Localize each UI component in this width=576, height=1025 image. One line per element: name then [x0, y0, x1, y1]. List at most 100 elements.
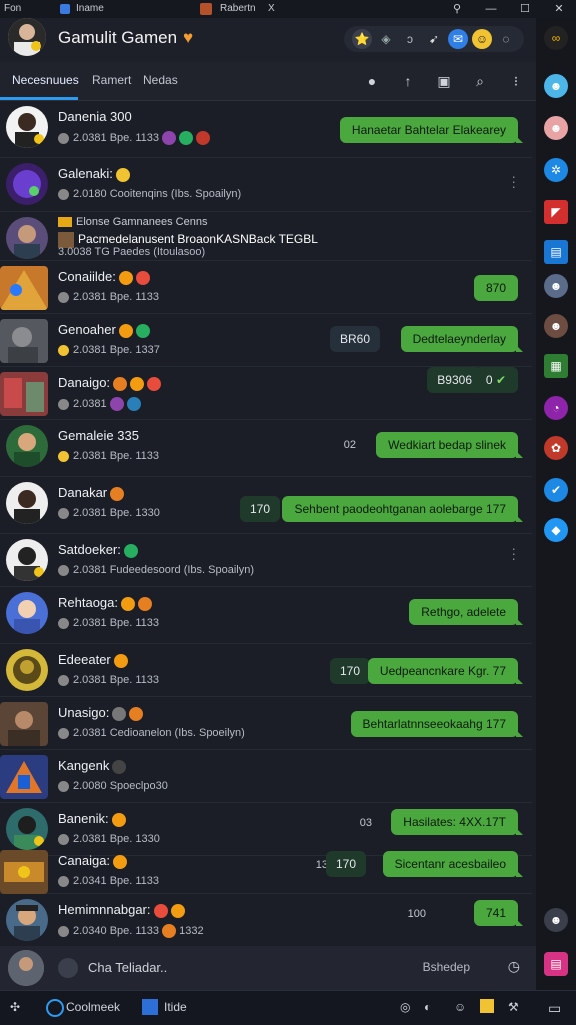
more-icon[interactable]: · · · [511, 541, 516, 565]
status-icon [58, 833, 69, 845]
tab-necesnuues[interactable]: Necesnuues [12, 73, 79, 87]
sidebar-avatar-3[interactable]: ☻ [544, 274, 568, 298]
message-bubble[interactable]: 870 [473, 275, 518, 301]
timer-icon[interactable]: ◷ [508, 958, 520, 975]
sidebar-avatar-5[interactable]: ☻ [544, 908, 568, 932]
tab-nedas[interactable]: Nedas [143, 73, 178, 87]
message-bubble[interactable]: Sicentanr acesbaileo [382, 851, 524, 877]
taskbar: ✣ Coolmeek Itide ◎ ◐ ☺ ⚒ ▭ [0, 990, 576, 1025]
sidebar-loop-icon[interactable]: ∞ [544, 26, 568, 50]
chat-row[interactable]: Hemimnnabgar: 2.0340 Bpe. 1133 1332 100 … [0, 894, 532, 946]
emoji-icon[interactable]: ☺ [472, 29, 492, 49]
game-icon[interactable]: ⭐ [352, 29, 372, 49]
sidebar-app-icon-6[interactable]: ✿ [544, 436, 568, 460]
send-mode-selector[interactable]: Bshedep [423, 960, 470, 974]
leaf-icon[interactable]: ↄ [400, 29, 420, 49]
chat-row[interactable]: Galenaki: 2.0180 Cooitenqins (Ibs. Spoai… [0, 158, 532, 212]
avatar [6, 539, 48, 581]
sidebar-app-icon-1[interactable]: ✲ [544, 158, 568, 182]
user-avatar[interactable] [8, 950, 44, 986]
emoji-icon [147, 376, 162, 391]
message-bubble[interactable]: Hanaetar Bahtelar Elakearey [339, 117, 524, 143]
search-icon[interactable]: ⌕ [470, 71, 490, 91]
pin-icon[interactable]: ➹ [424, 29, 444, 49]
start-icon[interactable]: ✣ [10, 1000, 20, 1014]
emoji-icon [110, 486, 125, 501]
chat-row[interactable]: Edeeater 2.0381 Bpe. 1133 170 Uedpeancnk… [0, 644, 532, 697]
tray-icon-5[interactable]: ⚒ [508, 1000, 519, 1014]
emoji-icon [121, 596, 135, 611]
help-icon[interactable]: ● [362, 71, 382, 91]
chat-row[interactable]: Genoaher 2.0381 Bpe. 1337 BR60 Dedtelaey… [0, 314, 532, 367]
sidebar-avatar-2[interactable]: ☻ [544, 116, 568, 140]
sidebar-app-icon-3[interactable]: ▤ [544, 240, 568, 264]
message-bubble[interactable]: Uedpeancnkare Kgr. 77 [367, 658, 524, 684]
more-options-icon[interactable]: ⁝ [506, 71, 526, 91]
chat-row[interactable]: Kangenk 2.0080 Spoeclpo30 [0, 750, 532, 803]
window-minimize-icon[interactable]: — [474, 0, 508, 18]
chat-row[interactable]: Satdoeker: 2.0381 Fudeedesoord (Ibs. Spo… [0, 534, 532, 587]
taskbar-item-1[interactable]: Coolmeek [66, 1000, 120, 1014]
window-titlebar: Fon Iname Rabertn X ⚲ — ☐ ✕ [0, 0, 576, 18]
upload-icon[interactable]: ↑ [398, 71, 418, 91]
chat-name: Satdoeker: [58, 542, 138, 558]
chat-row[interactable]: Canaiga: 2.0341 Bpe. 1133 13 170 Sicenta… [0, 845, 532, 894]
chat-row[interactable]: Rehtaoga: 2.0381 Bpe. 1133 Rethgo, adele… [0, 587, 532, 644]
sidebar-app-icon-9[interactable]: ▤ [544, 952, 568, 976]
chat-name: Edeeater [58, 652, 128, 668]
group-avatar[interactable] [8, 18, 46, 56]
chat-row[interactable]: Danakar 2.0381 Bpe. 1330 170 Sehbent pao… [0, 477, 532, 534]
window-close-icon[interactable]: ✕ [542, 0, 576, 18]
chat-meta: 2.0080 Spoeclpo30 [58, 780, 168, 792]
more-icon[interactable]: ◌ [496, 29, 516, 49]
window-maximize-icon[interactable]: ☐ [508, 0, 542, 18]
emoji-icon [170, 903, 185, 918]
chat-row[interactable]: Unasigo: 2.0381 Cedioanelon (Ibs. Spoeil… [0, 697, 532, 750]
more-icon[interactable]: · · · [511, 169, 516, 193]
window-tab-close[interactable]: X [268, 3, 275, 14]
window-pin-icon[interactable]: ⚲ [440, 0, 474, 18]
chat-row[interactable]: Danenia 300 2.0381 Bpe. 1133 Hanaetar Ba… [0, 101, 532, 158]
sidebar-app-icon-4[interactable]: ▦ [544, 354, 568, 378]
message-bubble[interactable]: Wedkiart bedap slinek [376, 432, 523, 458]
message-bubble[interactable]: Sehbent paodeohtganan aolebarge 177 [282, 496, 523, 522]
message-count: 100 [407, 908, 426, 920]
messenger-icon[interactable]: ✉ [448, 29, 468, 49]
message-bubble[interactable]: 0 ✔ [473, 367, 518, 393]
taskbar-app-icon[interactable] [142, 999, 158, 1015]
emoji-icon [115, 167, 130, 182]
message-bubble[interactable]: Dedtelaeynderlay [400, 326, 524, 352]
chat-row[interactable]: Gemaleie 335 2.0381 Bpe. 1133 02 Wedkiar… [0, 420, 532, 477]
message-bubble[interactable]: 741 [473, 900, 524, 926]
compose-icon[interactable]: ▣ [434, 71, 454, 91]
notification-icon[interactable]: ▭ [548, 1000, 561, 1017]
sidebar-avatar-1[interactable]: ☻ [544, 74, 568, 98]
window-menu-label[interactable]: Fon [4, 3, 21, 14]
chat-row[interactable]: Elonse Gamnanees Cenns Pacmedelanusent B… [0, 212, 532, 261]
sidebar-app-icon-8[interactable]: ◆ [544, 518, 568, 542]
message-bubble[interactable]: Behtarlatnnseeokaahg 177 [350, 711, 524, 737]
message-input[interactable]: Cha Teliadar.. [88, 960, 167, 975]
app-ring-icon[interactable] [46, 999, 64, 1017]
tray-icon-3[interactable]: ☺ [454, 1000, 466, 1014]
sidebar-app-icon-7[interactable]: ✔ [544, 478, 568, 502]
message-bubble[interactable]: Rethgo, adelete [409, 599, 523, 625]
message-bubble[interactable]: Hasilates: 4XX.17T [391, 809, 523, 835]
status-icon [58, 727, 69, 739]
tray-icon-4[interactable] [480, 999, 494, 1013]
tab-ramert[interactable]: Ramert [92, 73, 131, 87]
emoji-icon [118, 323, 133, 338]
tray-icon-2[interactable]: ◐ [424, 1000, 431, 1014]
window-tab-label[interactable]: Rabertn [220, 3, 256, 14]
sidebar-avatar-4[interactable]: ☻ [544, 314, 568, 338]
taskbar-item-2[interactable]: Itide [164, 1000, 187, 1014]
chat-row[interactable]: Danaigo: 2.0381 B9306 0 ✔ [0, 367, 532, 420]
status-icon [58, 450, 69, 462]
chat-row[interactable]: Conaiilde: 2.0381 Bpe. 1133 870 [0, 261, 532, 314]
sidebar-app-icon-2[interactable]: ◤ [544, 200, 568, 224]
sticker-icon[interactable] [58, 958, 78, 978]
app-label[interactable]: Iname [76, 3, 104, 14]
sidebar-app-icon-5[interactable]: ◔ [544, 396, 568, 420]
tag-icon[interactable]: ◈ [376, 29, 396, 49]
tray-icon-1[interactable]: ◎ [400, 1000, 410, 1014]
